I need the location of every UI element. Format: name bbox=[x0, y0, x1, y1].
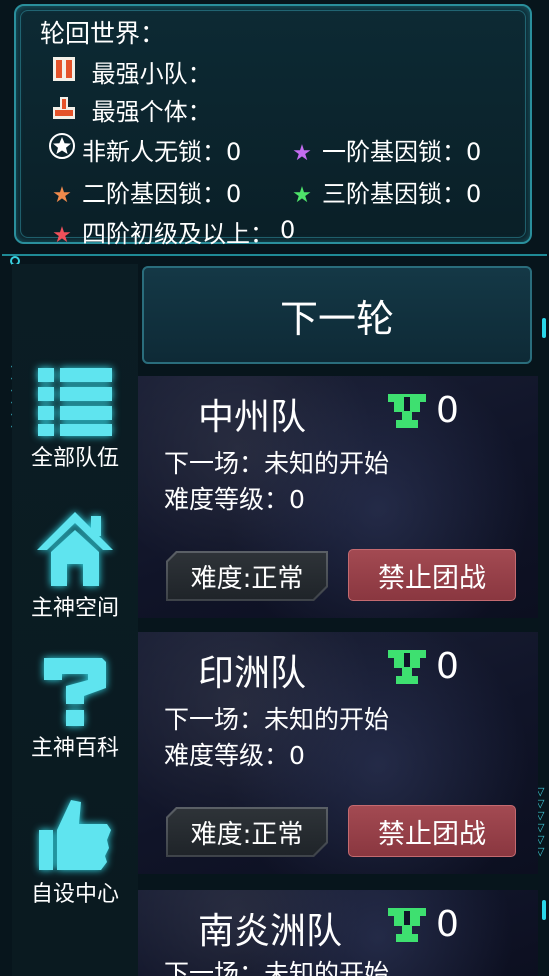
thumbs-up-icon bbox=[12, 796, 138, 874]
ban-team-battle-button[interactable]: 禁止团战 bbox=[348, 805, 516, 857]
green-star-icon: ★ bbox=[292, 183, 312, 208]
team-card: 南炎洲队 0 下一场：未知的开始 bbox=[138, 890, 538, 976]
sidebar-item-main-space[interactable]: 主神空间 bbox=[12, 508, 138, 622]
difficulty-level: 难度等级：0 bbox=[164, 741, 305, 770]
sidebar-item-encyclopedia-label: 主神百科 bbox=[30, 736, 119, 761]
strongest-individual-label: 最强个体： bbox=[91, 98, 212, 126]
lock-tier1: ★ 一阶基因锁：0 bbox=[288, 132, 481, 167]
sidebar-item-all-teams-label: 全部队伍 bbox=[30, 446, 119, 471]
lock-no-new-label: 非新人无锁：0 bbox=[82, 138, 242, 166]
strongest-team-label: 最强小队： bbox=[91, 60, 212, 88]
difficulty-button-label: 难度:正常 bbox=[190, 819, 304, 850]
strongest-team-row: 最强小队： bbox=[50, 54, 212, 89]
team-score: 0 bbox=[436, 646, 459, 687]
lock-tier4-label: 四阶初级及以上： bbox=[82, 220, 274, 248]
sidebar-item-custom-center-label: 自设中心 bbox=[30, 882, 119, 907]
lock-tier2-label: 二阶基因锁：0 bbox=[82, 180, 242, 208]
strongest-individual-row: 最强个体： bbox=[50, 92, 212, 127]
difficulty-button-label: 难度:正常 bbox=[190, 563, 304, 594]
lock-tier4: ★ 四阶初级及以上： 0 bbox=[48, 214, 295, 249]
lock-tier2: ★ 二阶基因锁：0 bbox=[48, 174, 241, 209]
individual-icon bbox=[50, 96, 78, 126]
team-name: 印洲队 bbox=[198, 653, 307, 694]
circle-star-icon bbox=[48, 132, 76, 166]
trophy-icon bbox=[388, 394, 426, 432]
next-round-button[interactable]: 下一轮 bbox=[142, 266, 532, 364]
sidebar-item-encyclopedia[interactable]: 主神百科 bbox=[12, 652, 138, 762]
team-card: 中州队 0 下一场：未知的开始 难度等级：0 难度:正常 禁止团战 bbox=[138, 376, 538, 618]
difficulty-level: 难度等级：0 bbox=[164, 485, 305, 514]
purple-star-icon: ★ bbox=[292, 141, 312, 166]
sidebar-item-custom-center[interactable]: 自设中心 bbox=[12, 796, 138, 908]
lock-no-new: 非新人无锁：0 bbox=[48, 132, 241, 167]
team-score: 0 bbox=[436, 904, 459, 945]
sidebar-item-main-space-label: 主神空间 bbox=[30, 596, 119, 621]
trophy-icon bbox=[388, 650, 426, 688]
next-match: 下一场：未知的开始 bbox=[164, 449, 390, 478]
ban-team-battle-button[interactable]: 禁止团战 bbox=[348, 549, 516, 601]
orange-star-icon: ★ bbox=[52, 183, 72, 208]
home-icon bbox=[12, 508, 138, 588]
trophy-icon bbox=[388, 908, 426, 946]
world-title: 轮回世界： bbox=[40, 19, 166, 48]
list-icon bbox=[12, 366, 138, 438]
right-edge-bar-bottom bbox=[542, 900, 546, 920]
team-name: 中州队 bbox=[198, 397, 307, 438]
world-info-panel: 轮回世界： 最强小队： 最强个体： 非新人无锁：0 ★ 一阶基因锁：0 ★ 二阶基因… bbox=[14, 4, 532, 248]
team-score: 0 bbox=[436, 390, 459, 431]
lock-tier1-label: 一阶基因锁：0 bbox=[322, 138, 482, 166]
lock-tier3: ★ 三阶基因锁：0 bbox=[288, 174, 481, 209]
team-card: 印洲队 0 下一场：未知的开始 难度等级：0 难度:正常 禁止团战 bbox=[138, 632, 538, 874]
team-icon bbox=[50, 56, 78, 88]
red-star-icon: ★ bbox=[52, 223, 72, 248]
difficulty-button[interactable]: 难度:正常 bbox=[166, 807, 328, 857]
lock-tier4-value: 0 bbox=[280, 216, 296, 244]
next-match: 下一场：未知的开始 bbox=[164, 705, 390, 734]
question-icon bbox=[12, 652, 138, 728]
next-match: 下一场：未知的开始 bbox=[164, 959, 390, 976]
team-name: 南炎洲队 bbox=[198, 911, 343, 952]
lock-tier3-label: 三阶基因锁：0 bbox=[322, 180, 482, 208]
difficulty-button[interactable]: 难度:正常 bbox=[166, 551, 328, 601]
sidebar-item-all-teams[interactable]: 全部队伍 bbox=[12, 366, 138, 472]
right-edge-bar bbox=[542, 318, 546, 338]
